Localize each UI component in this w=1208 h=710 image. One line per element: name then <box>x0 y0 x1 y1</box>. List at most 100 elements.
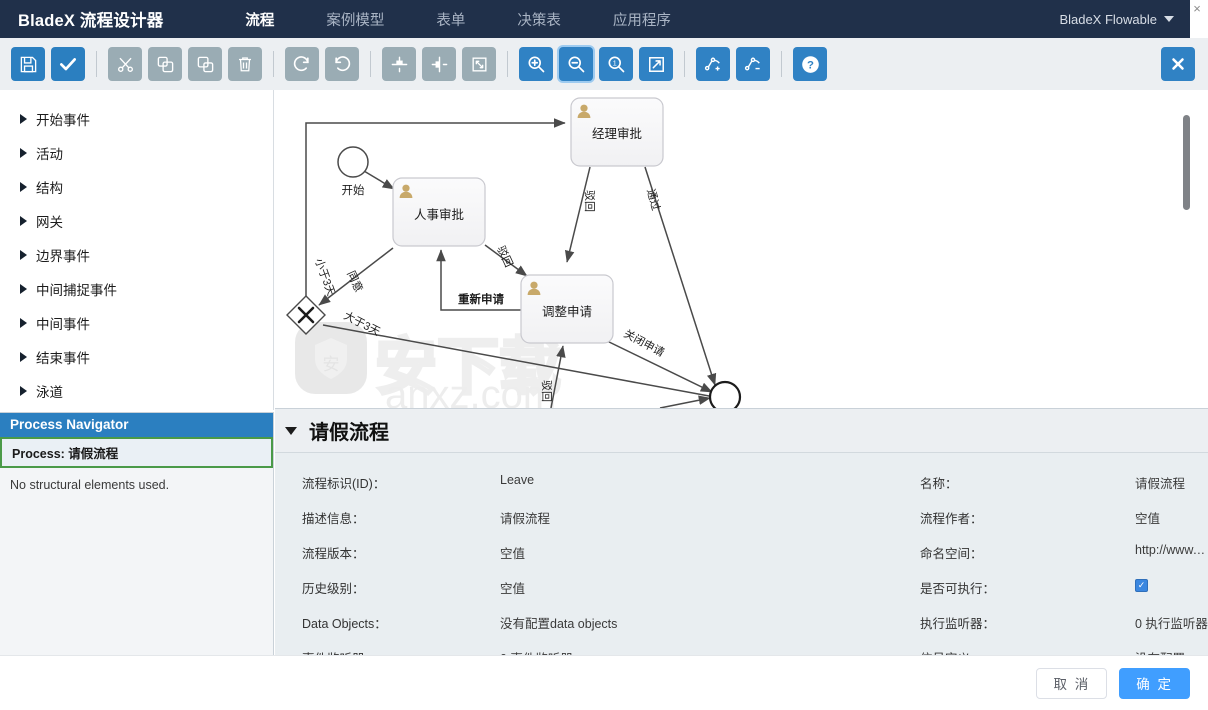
edge-label-agree: 同意 <box>344 268 366 294</box>
navigator-empty-message: No structural elements used. <box>0 468 273 686</box>
property-value-data-objects[interactable]: 没有配置data objects <box>500 605 920 640</box>
copy-button[interactable] <box>148 47 182 81</box>
edge-manager-adjust[interactable] <box>564 166 591 263</box>
canvas-vertical-scrollbar[interactable] <box>1183 115 1190 210</box>
property-label-executable: 是否可执行： <box>920 582 996 596</box>
palette-group-intermediate-catching-events[interactable]: 中间捕捉事件 <box>0 272 273 306</box>
property-label-author: 流程作者： <box>920 512 983 526</box>
property-value-history-level[interactable]: 空值 <box>500 570 920 605</box>
toolbar-right-group <box>1158 47 1208 81</box>
palette-group-activities[interactable]: 活动 <box>0 136 273 170</box>
palette-group-boundary-events[interactable]: 边界事件 <box>0 238 273 272</box>
properties-header: 请假流程 <box>275 409 1208 453</box>
property-value-version[interactable]: 空值 <box>500 535 920 570</box>
node-user-task-manager[interactable]: 经理审批 <box>570 97 664 167</box>
edge-bottom-end[interactable] <box>659 395 711 408</box>
svg-text:1: 1 <box>613 59 617 68</box>
property-value-author[interactable]: 空值 <box>1135 500 1208 535</box>
properties-title: 请假流程 <box>309 422 389 444</box>
save-button[interactable] <box>11 47 45 81</box>
cancel-button[interactable]: 取 消 <box>1036 667 1108 699</box>
confirm-button[interactable]: 确 定 <box>1119 667 1190 699</box>
property-value-executable[interactable]: ✓ <box>1135 570 1208 605</box>
edge-label-more-than-3-days: 大于3天 <box>342 308 383 338</box>
node-user-task-hr[interactable]: 人事审批 <box>392 177 486 247</box>
chevron-right-icon <box>20 216 27 226</box>
node-user-task-adjust[interactable]: 调整申请 <box>520 274 614 344</box>
user-menu-label: BladeX Flowable <box>1059 11 1157 27</box>
property-label-name: 名称： <box>920 477 958 491</box>
user-menu[interactable]: BladeX Flowable <box>1059 12 1190 27</box>
palette-group-gateways[interactable]: 网关 <box>0 204 273 238</box>
node-start-event[interactable]: 开始 <box>337 146 369 197</box>
edge-label-close-request: 关闭申请 <box>622 326 667 359</box>
node-start-label: 开始 <box>342 183 365 197</box>
tab-form[interactable]: 表单 <box>410 0 491 38</box>
property-value-process-id[interactable]: Leave <box>500 465 920 500</box>
navigator-selected-process[interactable]: Process: 请假流程 <box>0 437 273 468</box>
bpmn-canvas[interactable]: 安 安下载 anxz.com 小于3天 同意 驳回 大于3天 驳回 通过 重新申… <box>275 90 1208 408</box>
tab-form-label: 表单 <box>436 12 466 29</box>
bpmn-diagram[interactable]: 安 安下载 anxz.com 小于3天 同意 驳回 大于3天 驳回 通过 重新申… <box>275 90 1208 408</box>
align-vertical-button[interactable] <box>382 47 416 81</box>
zoom-out-button[interactable] <box>559 47 593 81</box>
palette-item-label: 网关 <box>36 215 63 230</box>
palette-item-label: 中间捕捉事件 <box>36 283 117 298</box>
redo-button[interactable] <box>285 47 319 81</box>
palette-group-end-events[interactable]: 结束事件 <box>0 340 273 374</box>
app-header: BladeX 流程设计器 流程 案例模型 表单 决策表 应用程序 BladeX … <box>0 0 1190 44</box>
tab-case-model[interactable]: 案例模型 <box>300 0 410 38</box>
property-value-execution-listeners[interactable]: 0 执行监听器 <box>1135 605 1208 640</box>
property-value-description[interactable]: 请假流程 <box>500 500 920 535</box>
property-value-namespace[interactable]: http://www.flowable. ... <box>1135 535 1208 570</box>
property-value-name[interactable]: 请假流程 <box>1135 465 1208 500</box>
edge-label-reapply: 重新申请 <box>458 292 504 306</box>
palette-group-start-events[interactable]: 开始事件 <box>0 102 273 136</box>
close-editor-button[interactable] <box>1161 47 1195 81</box>
toolbar-separator <box>507 51 508 77</box>
zoom-actual-button[interactable]: 1 <box>599 47 633 81</box>
tab-application[interactable]: 应用程序 <box>587 0 697 38</box>
palette-group-intermediate-events[interactable]: 中间事件 <box>0 306 273 340</box>
zoom-fit-button[interactable] <box>639 47 673 81</box>
cut-button[interactable] <box>108 47 142 81</box>
node-exclusive-gateway[interactable] <box>286 295 326 335</box>
svg-text:?: ? <box>807 59 814 71</box>
paste-button[interactable] <box>188 47 222 81</box>
node-manager-label: 经理审批 <box>592 126 642 141</box>
property-label-data-objects: Data Objects： <box>302 617 387 631</box>
executable-checkbox[interactable]: ✓ <box>1135 579 1148 593</box>
palette-group-swimlanes[interactable]: 泳道 <box>0 374 273 408</box>
node-end-event[interactable] <box>708 380 742 408</box>
help-button[interactable]: ? <box>793 47 827 81</box>
add-bendpoint-button[interactable] <box>696 47 730 81</box>
align-horizontal-button[interactable] <box>422 47 456 81</box>
same-size-button[interactable] <box>462 47 496 81</box>
chevron-right-icon <box>20 250 27 260</box>
chevron-right-icon <box>20 284 27 294</box>
tab-process-label: 流程 <box>245 12 275 29</box>
toolbar-separator <box>684 51 685 77</box>
palette-item-label: 结构 <box>36 181 63 196</box>
node-adjust-label: 调整申请 <box>542 304 592 319</box>
window-close-icon[interactable]: × <box>1188 0 1206 18</box>
chevron-right-icon <box>20 114 27 124</box>
property-label-process-id: 流程标识(ID)： <box>302 477 386 491</box>
validate-button[interactable] <box>51 47 85 81</box>
tab-process[interactable]: 流程 <box>219 0 300 44</box>
edge-start-hr[interactable] <box>363 170 395 190</box>
node-hr-label: 人事审批 <box>414 207 464 222</box>
zoom-in-button[interactable] <box>519 47 553 81</box>
chevron-down-icon[interactable] <box>285 426 297 435</box>
property-label-history-level: 历史级别： <box>302 582 365 596</box>
delete-button[interactable] <box>228 47 262 81</box>
edge-label-reject-2: 驳回 <box>583 190 596 212</box>
tab-case-model-label: 案例模型 <box>326 12 385 29</box>
undo-button[interactable] <box>325 47 359 81</box>
tab-decision-table[interactable]: 决策表 <box>491 0 587 38</box>
svg-text:anxz.com: anxz.com <box>385 373 556 408</box>
chevron-right-icon <box>20 148 27 158</box>
palette-item-label: 边界事件 <box>36 249 90 264</box>
palette-group-structure[interactable]: 结构 <box>0 170 273 204</box>
remove-bendpoint-button[interactable] <box>736 47 770 81</box>
